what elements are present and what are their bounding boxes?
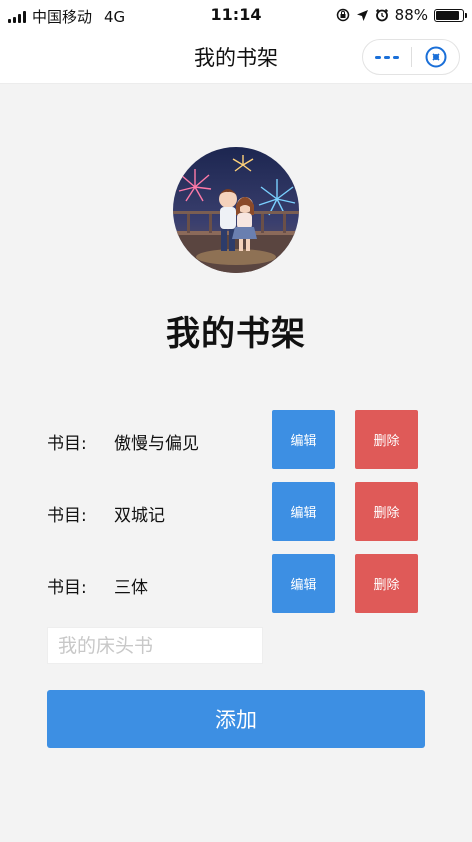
status-bar: 中国移动 4G 11:14 88% [0, 0, 472, 30]
book-name: 双城记 [114, 506, 165, 526]
book-label: 书目: [47, 578, 87, 598]
book-name: 傲慢与偏见 [114, 434, 199, 454]
alarm-icon [375, 8, 388, 22]
miniprogram-capsule [362, 39, 460, 75]
location-arrow-icon [356, 9, 368, 21]
more-icon[interactable] [363, 40, 411, 74]
edit-button[interactable]: 编辑 [272, 554, 335, 613]
close-miniprogram-button[interactable] [412, 40, 459, 74]
book-row: 书目: 傲慢与偏见 编辑 删除 [0, 410, 472, 470]
edit-button[interactable]: 编辑 [272, 482, 335, 541]
book-name: 三体 [114, 578, 148, 598]
delete-button[interactable]: 删除 [355, 482, 418, 541]
battery-icon [434, 8, 467, 22]
add-button[interactable]: 添加 [47, 690, 425, 748]
page-title: 我的书架 [166, 314, 306, 354]
book-label: 书目: [47, 506, 87, 526]
avatar [173, 147, 299, 273]
nav-bar: 我的书架 [0, 30, 472, 84]
avatar-illustration [173, 147, 299, 273]
lock-rotation-icon [336, 8, 349, 22]
book-row: 书目: 三体 编辑 删除 [0, 554, 472, 614]
status-right: 88% [336, 6, 467, 24]
close-miniprogram-icon [425, 46, 446, 68]
delete-button[interactable]: 删除 [355, 554, 418, 613]
book-row: 书目: 双城记 编辑 删除 [0, 482, 472, 542]
new-book-input[interactable] [47, 627, 263, 664]
battery-percent: 88% [394, 6, 428, 24]
battery-fill [436, 10, 459, 20]
edit-button[interactable]: 编辑 [272, 410, 335, 469]
book-label: 书目: [47, 434, 87, 454]
delete-button[interactable]: 删除 [355, 410, 418, 469]
